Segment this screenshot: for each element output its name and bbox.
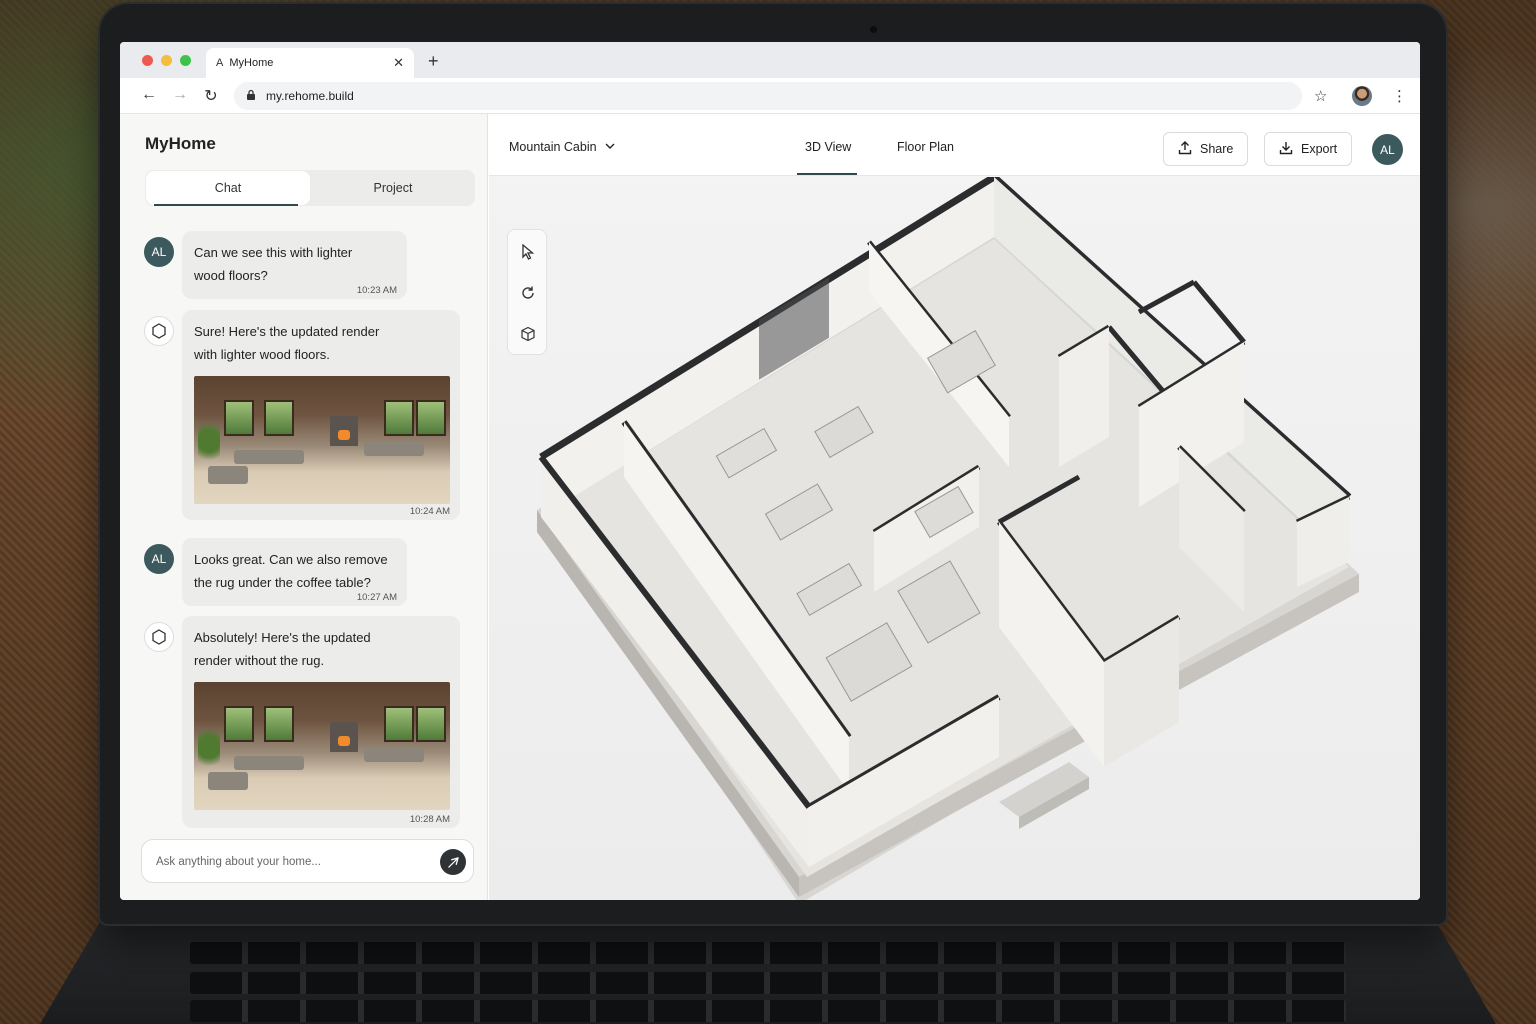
message-text: Can we see this with lighter bbox=[194, 245, 353, 260]
bookmark-star-icon[interactable]: ☆ bbox=[1314, 87, 1327, 105]
message-text: Sure! Here's the updated render bbox=[194, 324, 380, 339]
send-icon bbox=[447, 856, 459, 868]
lock-icon bbox=[246, 89, 256, 104]
message-text: Absolutely! Here's the updated bbox=[194, 630, 371, 645]
assistant-avatar bbox=[144, 622, 174, 652]
user-avatar: AL bbox=[144, 544, 174, 574]
sidebar-tabs: Chat Project bbox=[145, 170, 475, 206]
browser-tab[interactable]: A MyHome ✕ bbox=[206, 48, 414, 78]
reload-icon[interactable]: ↻ bbox=[201, 86, 221, 106]
user-message-bubble: Can we see this with lighter wood floors… bbox=[182, 231, 407, 299]
profile-avatar[interactable] bbox=[1352, 86, 1372, 106]
message-time: 10:23 AM bbox=[356, 285, 397, 296]
screen: A MyHome ✕ + ← → ↻ my.rehome.build ☆ ⋮ M… bbox=[120, 42, 1420, 900]
message-time: 10:24 AM bbox=[409, 506, 450, 517]
message-time: 10:28 AM bbox=[409, 814, 450, 825]
chat-composer bbox=[141, 839, 474, 883]
share-label: Share bbox=[1200, 142, 1234, 156]
assistant-icon bbox=[152, 323, 166, 339]
tab-floor-plan[interactable]: Floor Plan bbox=[897, 140, 954, 154]
tab-project[interactable]: Project bbox=[311, 170, 475, 206]
maximize-window-button[interactable] bbox=[180, 55, 191, 66]
render-image[interactable] bbox=[194, 682, 450, 810]
minimize-window-button[interactable] bbox=[161, 55, 172, 66]
assistant-message-bubble: Sure! Here's the updated render with lig… bbox=[182, 310, 460, 520]
share-button[interactable]: Share bbox=[1163, 132, 1249, 166]
close-window-button[interactable] bbox=[142, 55, 153, 66]
message-text: the rug under the coffee table? bbox=[194, 575, 371, 590]
browser-toolbar: ← → ↻ my.rehome.build ☆ ⋮ bbox=[120, 78, 1420, 114]
message-text: wood floors? bbox=[194, 268, 268, 283]
tab-favicon: A bbox=[216, 57, 224, 69]
user-avatar[interactable]: AL bbox=[1372, 134, 1403, 165]
message-time: 10:27 AM bbox=[356, 592, 397, 603]
forward-icon[interactable]: → bbox=[170, 86, 190, 104]
tab-3d-view[interactable]: 3D View bbox=[796, 140, 858, 175]
project-name: Mountain Cabin bbox=[509, 140, 597, 154]
message-text: with lighter wood floors. bbox=[194, 347, 330, 362]
main-panel: Mountain Cabin 3D View Floor Plan Share bbox=[489, 114, 1420, 900]
app: MyHome Chat Project AL Can we see this w… bbox=[120, 114, 1420, 900]
new-tab-icon[interactable]: + bbox=[428, 51, 439, 72]
upload-icon bbox=[1178, 140, 1192, 158]
export-label: Export bbox=[1301, 142, 1338, 156]
assistant-message-bubble: Absolutely! Here's the updated render wi… bbox=[182, 616, 460, 828]
browser-tabstrip: A MyHome ✕ + bbox=[120, 42, 1420, 78]
user-avatar: AL bbox=[144, 237, 174, 267]
camera bbox=[870, 26, 877, 33]
send-button[interactable] bbox=[440, 849, 466, 875]
app-title: MyHome bbox=[145, 134, 216, 153]
chat-messages: AL Can we see this with lighter wood flo… bbox=[120, 224, 488, 828]
main-topbar: Mountain Cabin 3D View Floor Plan Share bbox=[489, 114, 1420, 176]
user-message-bubble: Looks great. Can we also remove the rug … bbox=[182, 538, 407, 606]
download-icon bbox=[1279, 141, 1293, 158]
render-image[interactable] bbox=[194, 376, 450, 504]
back-icon[interactable]: ← bbox=[139, 86, 159, 104]
assistant-icon bbox=[152, 629, 166, 645]
chevron-down-icon bbox=[605, 142, 615, 153]
sidebar: MyHome Chat Project AL Can we see this w… bbox=[120, 114, 488, 900]
message-text: render without the rug. bbox=[194, 653, 325, 668]
3d-house-model[interactable] bbox=[489, 177, 1420, 900]
close-tab-icon[interactable]: ✕ bbox=[393, 55, 404, 71]
project-selector[interactable]: Mountain Cabin bbox=[509, 140, 615, 154]
address-bar[interactable]: my.rehome.build bbox=[234, 82, 1302, 110]
more-menu-icon[interactable]: ⋮ bbox=[1392, 87, 1407, 105]
3d-viewport[interactable] bbox=[489, 177, 1420, 900]
tab-title: MyHome bbox=[229, 57, 274, 69]
chat-input[interactable] bbox=[156, 852, 426, 872]
assistant-avatar bbox=[144, 316, 174, 346]
url-text: my.rehome.build bbox=[266, 89, 354, 103]
tab-chat[interactable]: Chat bbox=[146, 171, 310, 206]
export-button[interactable]: Export bbox=[1264, 132, 1353, 166]
message-text: Looks great. Can we also remove bbox=[194, 552, 388, 567]
